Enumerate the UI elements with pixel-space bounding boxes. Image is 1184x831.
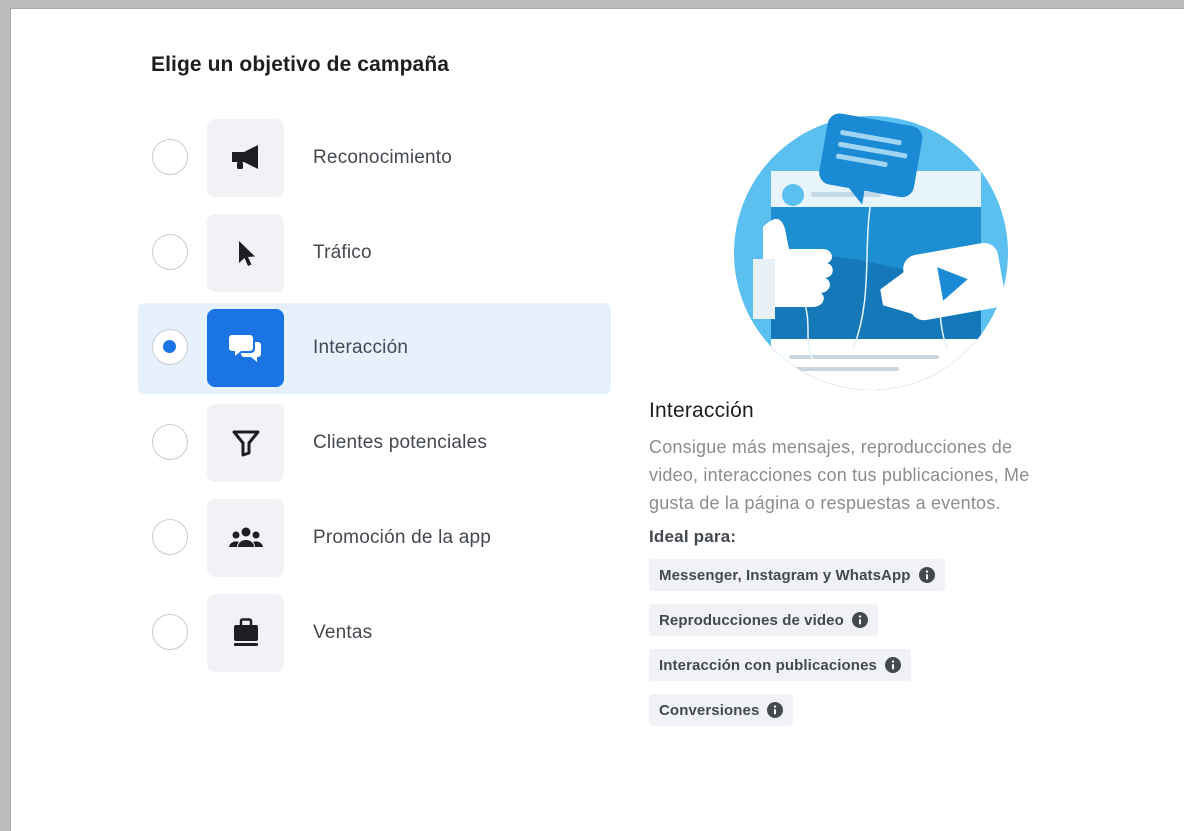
briefcase-icon (233, 618, 258, 646)
info-icon[interactable] (851, 612, 868, 628)
ideal-chip: Reproducciones de video (649, 604, 878, 636)
objective-label: Promoción de la app (313, 527, 492, 548)
chip-label: Interacción con publicaciones (659, 656, 877, 674)
chip-label: Conversiones (659, 701, 760, 719)
objective-radio[interactable] (152, 139, 188, 175)
chip-label: Messenger, Instagram y WhatsApp (659, 566, 911, 584)
ideal-chip: Messenger, Instagram y WhatsApp (649, 559, 945, 591)
info-icon[interactable] (767, 702, 784, 718)
objective-label: Ventas (313, 622, 373, 643)
objective-icon-box (207, 214, 284, 292)
detail-description: Consigue más mensajes, reproducciones de… (649, 437, 1030, 513)
info-icon[interactable] (884, 657, 901, 673)
engagement-illustration (733, 109, 1013, 399)
objective-option-reconocimiento[interactable]: Reconocimiento (138, 113, 611, 204)
people-icon (228, 527, 263, 547)
cursor-icon (238, 241, 255, 266)
objective-option-promocion-app[interactable]: Promoción de la app (138, 493, 611, 584)
objective-label: Clientes potenciales (313, 432, 488, 453)
objective-label: Interacción (313, 337, 409, 358)
ideal-for-chips: Messenger, Instagram y WhatsApp Reproduc… (649, 559, 1069, 739)
objective-radio[interactable] (152, 329, 188, 365)
objective-label: Reconocimiento (313, 147, 453, 168)
ideal-chip: Conversiones (649, 694, 794, 726)
ideal-chip: Interacción con publicaciones (649, 649, 911, 681)
objective-icon-box (207, 309, 284, 387)
objective-detail-panel: Interacción Consigue más mensajes, repro… (649, 399, 1069, 739)
objective-radio[interactable] (152, 234, 188, 270)
objective-icon-box (207, 119, 284, 197)
chat-bubbles-icon (228, 335, 261, 362)
objective-option-clientes-potenciales[interactable]: Clientes potenciales (138, 398, 611, 489)
objective-icon-box (207, 594, 284, 672)
objective-radio[interactable] (152, 424, 188, 460)
ideal-for-label: Ideal para: (649, 527, 737, 546)
objective-icon-box (207, 404, 284, 482)
funnel-icon (232, 430, 259, 457)
chip-label: Reproducciones de video (659, 611, 844, 629)
info-icon[interactable] (918, 567, 935, 583)
objective-option-ventas[interactable]: Ventas (138, 588, 611, 679)
objective-radio[interactable] (152, 614, 188, 650)
objective-radio[interactable] (152, 519, 188, 555)
detail-title: Interacción (649, 399, 754, 422)
objective-option-trafico[interactable]: Tráfico (138, 208, 611, 299)
objective-icon-box (207, 499, 284, 577)
page-title: Elige un objetivo de campaña (151, 53, 450, 76)
objective-option-interaccion[interactable]: Interacción (138, 303, 611, 394)
megaphone-icon (231, 145, 258, 169)
objective-list: Reconocimiento Tráfico Interacción Clien… (138, 113, 611, 683)
objective-label: Tráfico (313, 242, 372, 263)
objective-dialog: Elige un objetivo de campaña Reconocimie… (10, 8, 1184, 831)
